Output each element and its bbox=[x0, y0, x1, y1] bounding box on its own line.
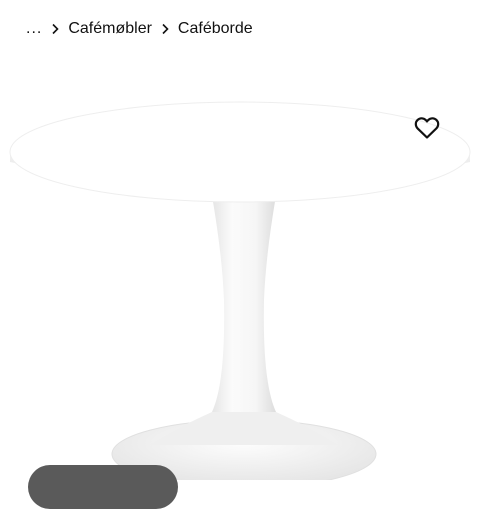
chevron-right-icon bbox=[152, 17, 178, 41]
breadcrumb: ... Cafémøbler Caféborde bbox=[26, 17, 253, 41]
heart-outline-icon bbox=[414, 117, 440, 139]
chevron-right-icon bbox=[42, 17, 68, 41]
product-image[interactable] bbox=[0, 60, 480, 480]
breadcrumb-ellipsis[interactable]: ... bbox=[26, 20, 42, 38]
breadcrumb-item-cafeborde[interactable]: Caféborde bbox=[178, 20, 253, 38]
breadcrumb-item-cafemobler[interactable]: Cafémøbler bbox=[68, 20, 152, 38]
favourite-button[interactable] bbox=[411, 112, 443, 144]
bottom-action-pill[interactable] bbox=[28, 465, 178, 509]
